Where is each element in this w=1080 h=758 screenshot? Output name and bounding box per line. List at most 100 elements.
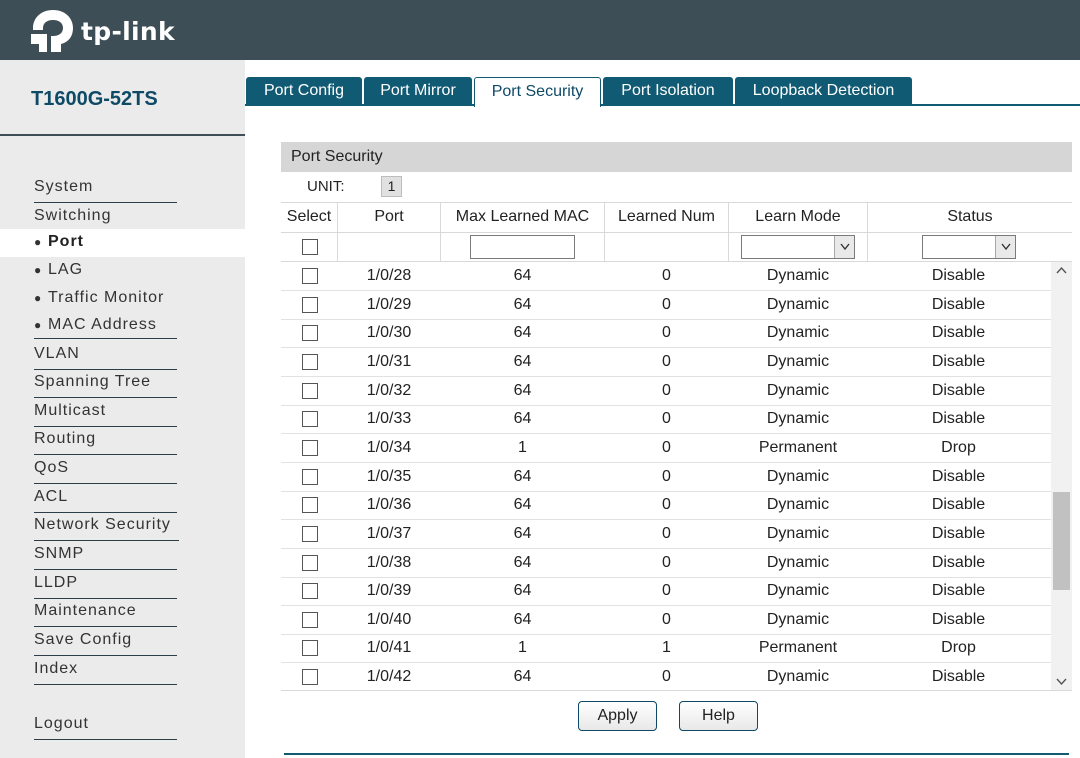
row-select-checkbox[interactable] [302,555,318,571]
col-header-select: Select [286,208,332,225]
tab-port-config[interactable]: Port Config [246,77,362,106]
row-select-checkbox[interactable] [302,469,318,485]
chevron-down-icon[interactable] [834,236,854,258]
unit-selector[interactable]: 1 [381,176,402,197]
max-learned-mac-filter-input[interactable] [470,235,575,259]
row-select-checkbox[interactable] [302,297,318,313]
table-row: 1/0/38 64 0 Dynamic Disable [281,549,1051,578]
help-button[interactable]: Help [679,701,758,731]
nav-port-label: Port [48,233,84,250]
nav-mac-address-label: MAC Address [48,316,157,333]
table-row: 1/0/40 64 0 Dynamic Disable [281,606,1051,635]
cell-port: 1/0/30 [366,324,412,341]
cell-learn-mode: Dynamic [766,582,830,599]
nav-lag[interactable]: ● LAG [34,257,83,284]
row-select-checkbox[interactable] [302,383,318,399]
nav-logout[interactable]: Logout [34,711,177,740]
tab-port-mirror[interactable]: Port Mirror [364,77,472,106]
table-row: 1/0/32 64 0 Dynamic Disable [281,377,1051,406]
cell-status: Disable [931,554,986,571]
select-all-checkbox[interactable] [302,239,318,255]
cell-learned-num: 0 [662,353,671,370]
tp-link-logo-icon [29,8,77,54]
nav-acl[interactable]: ACL [34,484,177,513]
cell-max-learned-mac: 64 [513,267,532,284]
row-select-checkbox[interactable] [302,669,318,685]
cell-learn-mode: Dynamic [766,496,830,513]
tab-port-security[interactable]: Port Security [474,77,601,107]
nav-port[interactable]: ● Port [34,229,84,256]
nav-port-active-row[interactable]: ● Port [0,229,245,257]
row-select-checkbox[interactable] [302,325,318,341]
tp-link-logo: tp-link [29,8,175,54]
logo-wordmark: tp-link [81,16,175,46]
cell-learned-num: 0 [662,439,671,456]
cell-port: 1/0/35 [366,468,412,485]
chevron-down-icon[interactable] [995,236,1015,258]
nav-routing[interactable]: Routing [34,426,177,455]
row-select-checkbox[interactable] [302,354,318,370]
nav-traffic-monitor[interactable]: ● Traffic Monitor [34,285,164,312]
table-row: 1/0/39 64 0 Dynamic Disable [281,577,1051,606]
cell-learned-num: 0 [662,267,671,284]
cell-port: 1/0/33 [366,410,412,427]
nav-snmp[interactable]: SNMP [34,541,177,570]
table-row: 1/0/37 64 0 Dynamic Disable [281,520,1051,549]
scroll-down-arrow-icon[interactable] [1051,672,1072,690]
nav-multicast[interactable]: Multicast [34,398,177,427]
row-select-checkbox[interactable] [302,640,318,656]
model-divider [0,134,245,136]
row-select-checkbox[interactable] [302,411,318,427]
cell-port: 1/0/40 [366,611,412,628]
table-row: 1/0/30 64 0 Dynamic Disable [281,319,1051,348]
table-row: 1/0/35 64 0 Dynamic Disable [281,463,1051,492]
nav-spanning-tree[interactable]: Spanning Tree [34,369,177,398]
nav-save-config[interactable]: Save Config [34,627,177,656]
cell-max-learned-mac: 64 [513,382,532,399]
table-row: 1/0/33 64 0 Dynamic Disable [281,405,1051,434]
cell-status: Disable [931,382,986,399]
cell-status: Disable [931,668,986,685]
cell-max-learned-mac: 1 [518,639,527,656]
table-row: 1/0/34 1 0 Permanent Drop [281,434,1051,463]
scroll-up-arrow-icon[interactable] [1051,262,1072,280]
sidebar: T1600G-52TS System Switching ● Port ● LAG … [0,60,245,758]
cell-learn-mode: Permanent [758,439,838,456]
nav-qos[interactable]: QoS [34,455,177,484]
row-select-checkbox[interactable] [302,268,318,284]
tab-port-isolation[interactable]: Port Isolation [603,77,733,106]
cell-status: Disable [931,296,986,313]
nav-network-security[interactable]: Network Security [34,512,179,541]
cell-learned-num: 0 [662,410,671,427]
status-filter-select[interactable] [922,235,1016,259]
cell-learn-mode: Dynamic [766,668,830,685]
nav-lldp[interactable]: LLDP [34,570,177,599]
top-header-bar: tp-link [0,0,1080,60]
table-scrollbar[interactable] [1051,262,1072,690]
row-select-checkbox[interactable] [302,440,318,456]
nav-index[interactable]: Index [34,656,177,685]
learn-mode-filter-select[interactable] [741,235,855,259]
nav-switching[interactable]: Switching [34,203,177,232]
scrollbar-thumb[interactable] [1053,492,1070,590]
nav-mac-address[interactable]: ● MAC Address [34,312,177,339]
cell-max-learned-mac: 64 [513,324,532,341]
cell-max-learned-mac: 64 [513,496,532,513]
tab-loopback-detection[interactable]: Loopback Detection [735,77,912,106]
cell-learn-mode: Dynamic [766,468,830,485]
cell-learned-num: 0 [662,468,671,485]
nav-vlan[interactable]: VLAN [34,341,177,370]
cell-port: 1/0/31 [366,353,412,370]
row-select-checkbox[interactable] [302,526,318,542]
cell-learned-num: 0 [662,525,671,542]
nav-system[interactable]: System [34,174,177,203]
apply-button[interactable]: Apply [578,701,657,731]
col-header-port: Port [374,208,404,225]
row-select-checkbox[interactable] [302,497,318,513]
nav-maintenance[interactable]: Maintenance [34,598,177,627]
row-select-checkbox[interactable] [302,583,318,599]
cell-status: Disable [931,267,986,284]
row-select-checkbox[interactable] [302,612,318,628]
cell-status: Disable [931,525,986,542]
table-row: 1/0/29 64 0 Dynamic Disable [281,291,1051,320]
